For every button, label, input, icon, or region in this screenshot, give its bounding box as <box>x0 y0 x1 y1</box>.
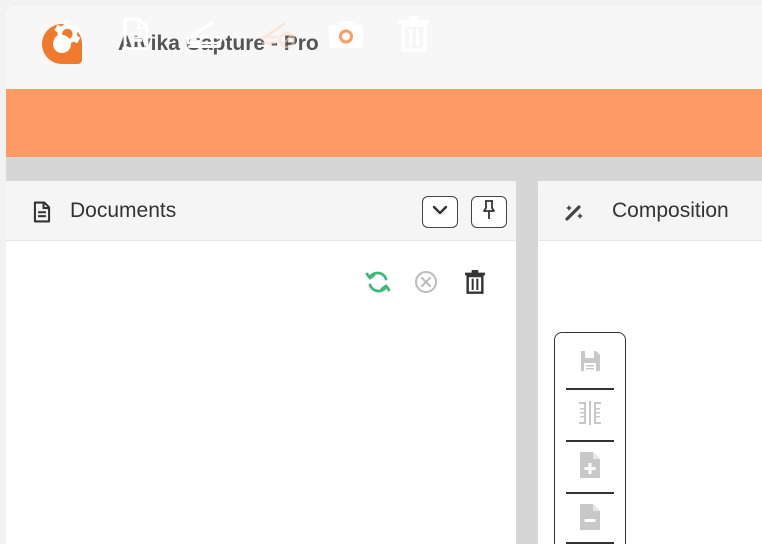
magic-wand-icon <box>562 201 586 228</box>
cancel-button[interactable] <box>410 268 442 300</box>
add-page-icon <box>578 450 602 485</box>
split-icon <box>575 398 605 433</box>
tool-separator <box>566 492 614 494</box>
camera-icon <box>326 17 366 51</box>
scan-disabled-button[interactable] <box>258 14 298 54</box>
split-button[interactable] <box>566 392 614 438</box>
remove-page-button[interactable] <box>566 496 614 542</box>
refresh-icon <box>364 268 392 301</box>
tool-separator <box>566 388 614 390</box>
tool-separator <box>566 542 614 544</box>
scan-button[interactable] <box>184 14 224 54</box>
pin-button[interactable] <box>471 196 507 228</box>
documents-panel-title: Documents <box>70 199 177 222</box>
document-icon <box>121 17 151 51</box>
save-button[interactable] <box>566 340 614 386</box>
new-document-button[interactable] <box>116 14 156 54</box>
settings-button[interactable] <box>46 14 86 54</box>
scanner-blocked-icon <box>258 17 298 51</box>
scanner-icon <box>184 17 224 51</box>
trash-icon <box>463 268 487 301</box>
chevron-down-icon <box>432 203 448 221</box>
composition-panel-title: Composition <box>612 199 729 222</box>
cancel-circle-icon <box>413 269 439 300</box>
camera-button[interactable] <box>326 14 366 54</box>
delete-document-button[interactable] <box>459 268 491 300</box>
save-icon <box>578 348 602 379</box>
panel-splitter[interactable] <box>516 181 538 544</box>
trash-icon <box>396 15 432 53</box>
document-icon <box>32 201 52 228</box>
toolbar-separator <box>6 157 762 181</box>
collapse-button[interactable] <box>422 196 458 228</box>
remove-page-icon <box>578 502 602 537</box>
gear-icon <box>48 16 84 52</box>
add-page-button[interactable] <box>566 444 614 490</box>
delete-button[interactable] <box>394 14 434 54</box>
refresh-button[interactable] <box>362 268 394 300</box>
pin-icon <box>482 199 496 226</box>
main-toolbar <box>6 89 762 157</box>
app-window: Aivika Capture - Pro Documents Compositi… <box>0 0 762 544</box>
tool-separator <box>566 440 614 442</box>
